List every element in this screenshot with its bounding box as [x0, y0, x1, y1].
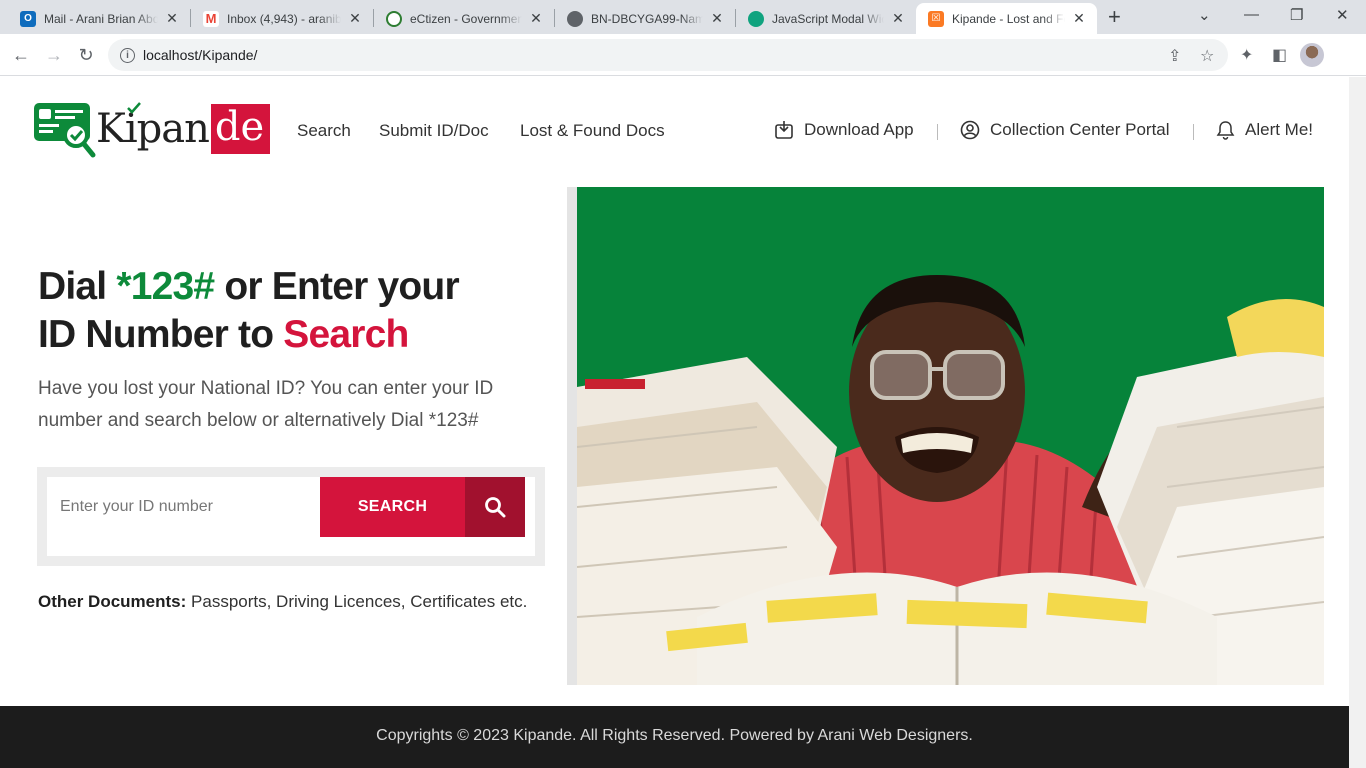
tab-title: Inbox (4,943) - aranibrian	[227, 11, 341, 26]
hero-title-line2: ID Number to	[38, 313, 284, 356]
browser-tab-gmail[interactable]: M Inbox (4,943) - aranibrian ✕	[191, 3, 373, 34]
browser-tab-ecitizen[interactable]: eCtizen - Government Services ✕	[374, 3, 554, 34]
id-number-input[interactable]	[47, 477, 309, 537]
close-tab-icon[interactable]: ✕	[890, 10, 906, 27]
close-tab-icon[interactable]: ✕	[164, 10, 180, 27]
user-circle-icon	[960, 120, 980, 140]
logo-text-accent: de	[210, 104, 271, 154]
minimize-button[interactable]: —	[1244, 6, 1259, 23]
hero-title-rest: or Enter your	[214, 265, 459, 308]
site-info-icon[interactable]: i	[120, 47, 135, 63]
hero-title-search: Search	[283, 313, 409, 356]
site-footer: Copyrights © 2023 Kipande. All Rights Re…	[0, 706, 1349, 768]
close-window-button[interactable]: ✕	[1336, 6, 1349, 24]
browser-tab-name-search[interactable]: BN-DBCYGA99-Name Search ✕	[555, 3, 735, 34]
back-arrow-icon[interactable]: ←	[9, 43, 33, 67]
browser-tab-strip: O Mail - Arani Brian Abdul ✕ M Inbox (4,…	[0, 0, 1366, 34]
hero-subtitle: Have you lost your National ID? You can …	[38, 378, 494, 431]
browser-tab-kipande[interactable]: ☒ Kipande - Lost and Found ✕	[916, 3, 1097, 34]
collection-center-portal-link[interactable]: Collection Center Portal	[960, 120, 1170, 140]
extensions-puzzle-icon[interactable]: ✦	[1240, 45, 1253, 65]
ecitizen-icon	[386, 10, 402, 27]
tab-title: Mail - Arani Brian Abdul	[44, 11, 158, 26]
other-documents-label: Other Documents:	[38, 592, 187, 611]
tab-title: Kipande - Lost and Found	[952, 11, 1065, 26]
reload-icon[interactable]: ↻	[74, 43, 98, 67]
address-bar[interactable]: i localhost/Kipande/	[108, 39, 1228, 71]
hero-title-dial: Dial	[38, 265, 117, 308]
hero-image	[577, 187, 1324, 685]
page-content: Kipan de Search Submit ID/Doc Lost & Fou…	[0, 77, 1349, 768]
hero-image-frame	[567, 187, 1324, 685]
logo-text-main: Kipan	[96, 106, 210, 152]
man-with-paper-piles-illustration	[577, 275, 1324, 685]
page-scrollbar[interactable]	[1349, 77, 1366, 768]
collection-center-portal-label: Collection Center Portal	[990, 120, 1170, 139]
new-tab-button[interactable]: +	[1108, 6, 1121, 28]
alert-me-link[interactable]: Alert Me!	[1216, 120, 1313, 140]
search-icon-button[interactable]	[465, 477, 525, 537]
close-tab-icon[interactable]: ✕	[528, 10, 544, 27]
tab-title: eCtizen - Government Services	[410, 11, 522, 26]
nav-link-submit-id[interactable]: Submit ID/Doc	[379, 121, 489, 141]
footer-copyright: Copyrights © 2023 Kipande. All Rights Re…	[376, 727, 973, 744]
side-panel-icon[interactable]: ◧	[1272, 45, 1287, 65]
profile-avatar[interactable]	[1300, 43, 1324, 67]
close-tab-icon[interactable]: ✕	[1071, 10, 1087, 27]
logo-check-mark-icon	[127, 102, 141, 114]
outlook-icon: O	[20, 10, 36, 27]
search-icon	[485, 497, 506, 518]
address-url[interactable]: localhost/Kipande/	[143, 47, 257, 63]
forward-arrow-icon[interactable]: →	[42, 43, 66, 67]
other-documents-text: Passports, Driving Licences, Certificate…	[186, 592, 528, 611]
search-button[interactable]: SEARCH	[320, 477, 465, 537]
share-icon[interactable]: ⇪	[1168, 46, 1181, 66]
nav-link-search[interactable]: Search	[297, 121, 351, 141]
chatgpt-icon	[748, 10, 764, 27]
tab-title: BN-DBCYGA99-Name Search	[591, 11, 703, 26]
other-documents-note: Other Documents: Passports, Driving Lice…	[38, 592, 527, 612]
browser-tab-mail[interactable]: O Mail - Arani Brian Abdul ✕	[8, 3, 190, 34]
browser-tab-modal[interactable]: JavaScript Modal Widget ✕	[736, 3, 916, 34]
globe-icon	[567, 10, 583, 27]
gmail-icon: M	[203, 10, 219, 27]
kipande-logo[interactable]: Kipan de	[32, 99, 271, 161]
bell-icon	[1216, 121, 1235, 140]
id-search-form: SEARCH	[37, 467, 545, 566]
alert-me-label: Alert Me!	[1245, 120, 1314, 139]
id-card-check-icon	[34, 103, 96, 158]
maximize-button[interactable]: ❐	[1290, 6, 1303, 24]
browser-toolbar: ← → ↻ i localhost/Kipande/ ⇪ ☆ ✦ ◧	[0, 34, 1366, 76]
bookmark-star-icon[interactable]: ☆	[1200, 46, 1214, 66]
tab-search-chevron-icon[interactable]: ⌄	[1198, 6, 1211, 24]
download-app-link[interactable]: Download App	[774, 120, 914, 140]
nav-link-lost-found[interactable]: Lost & Found Docs	[520, 121, 665, 141]
hero-title-code: *123#	[116, 265, 215, 308]
download-icon	[775, 121, 793, 139]
xampp-icon: ☒	[928, 10, 944, 27]
hero-title: Dial *123# or Enter your ID Number to Se…	[38, 263, 460, 359]
tab-title: JavaScript Modal Widget	[772, 11, 884, 26]
close-tab-icon[interactable]: ✕	[347, 10, 363, 27]
download-app-label: Download App	[804, 120, 914, 139]
close-tab-icon[interactable]: ✕	[709, 10, 725, 27]
